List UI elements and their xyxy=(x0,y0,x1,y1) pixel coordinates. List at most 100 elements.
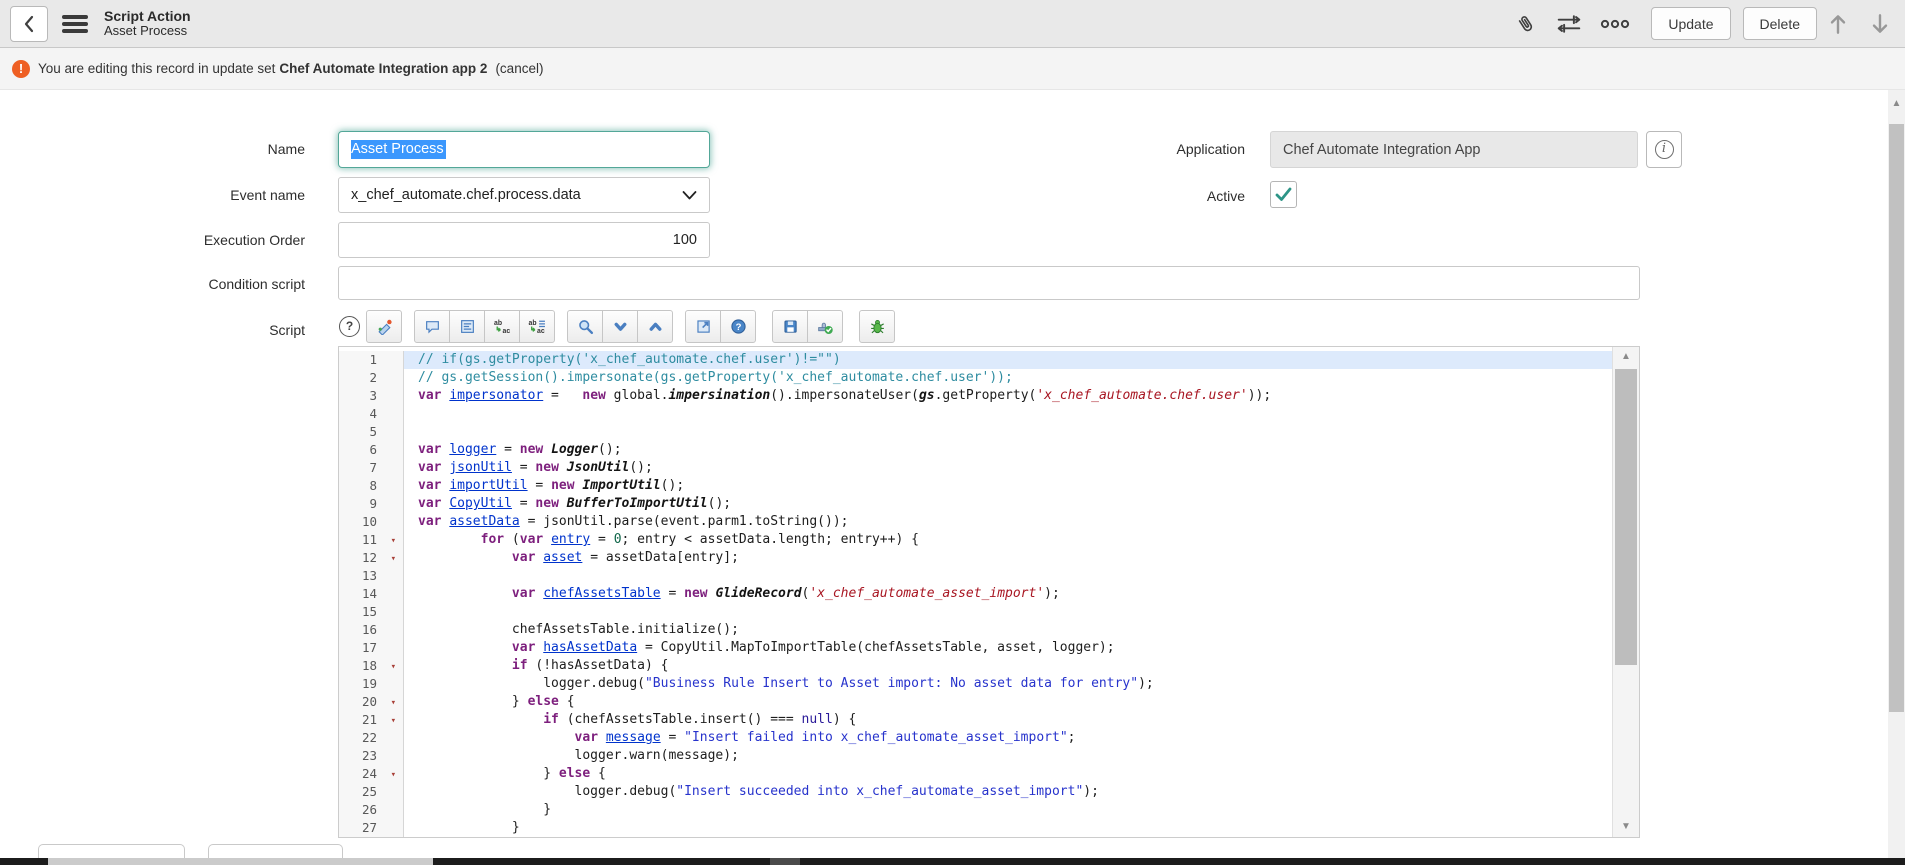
code-line[interactable]: 3var impersonator = new global.impersina… xyxy=(339,387,1613,405)
application-info-button[interactable]: i xyxy=(1646,131,1682,168)
code-line[interactable]: 2// gs.getSession().impersonate(gs.getPr… xyxy=(339,369,1613,387)
fold-marker-icon[interactable]: ▾ xyxy=(391,532,396,550)
code-line[interactable]: 24▾ } else { xyxy=(339,765,1613,783)
info-icon: i xyxy=(1655,140,1674,159)
event-name-select[interactable]: x_chef_automate.chef.process.data xyxy=(338,177,710,213)
code-text: } xyxy=(404,801,1613,819)
bottom-delete-button-partial[interactable] xyxy=(208,844,343,858)
next-record-button[interactable] xyxy=(1869,12,1891,36)
code-line[interactable]: 27 } xyxy=(339,819,1613,837)
code-line[interactable]: 16 chefAssetsTable.initialize(); xyxy=(339,621,1613,639)
script-help-icon[interactable]: ? xyxy=(339,316,360,337)
toggle-comment-button[interactable] xyxy=(414,310,450,343)
fullscreen-button[interactable] xyxy=(685,310,721,343)
fold-marker-icon[interactable]: ▾ xyxy=(391,658,396,676)
update-button[interactable]: Update xyxy=(1651,7,1730,40)
code-line[interactable]: 23 logger.warn(message); xyxy=(339,747,1613,765)
replace-icon: ab ac xyxy=(493,318,511,335)
active-label: Active xyxy=(1000,188,1245,204)
code-line[interactable]: 17 var hasAssetData = CopyUtil.MapToImpo… xyxy=(339,639,1613,657)
code-line[interactable]: 1// if(gs.getProperty('x_chef_automate.c… xyxy=(339,351,1613,369)
fold-marker-icon[interactable]: ▾ xyxy=(391,550,396,568)
replace-button[interactable]: ab ac xyxy=(484,310,520,343)
code-line[interactable]: 13 xyxy=(339,567,1613,585)
execution-order-input[interactable]: 100 xyxy=(338,222,710,258)
more-options-button[interactable] xyxy=(1600,17,1630,31)
code-line[interactable]: 9var CopyUtil = new BufferToImportUtil()… xyxy=(339,495,1613,513)
page-scrollbar[interactable]: ▲ xyxy=(1888,90,1905,858)
script-label: Script xyxy=(60,322,305,338)
floppy-save-icon xyxy=(782,318,799,335)
scroll-down-icon[interactable]: ▼ xyxy=(1613,819,1639,835)
code-line[interactable]: 26 } xyxy=(339,801,1613,819)
save-script-button[interactable] xyxy=(772,310,808,343)
page-scrollbar-thumb[interactable] xyxy=(1889,124,1904,712)
name-input[interactable]: Asset Process xyxy=(338,131,710,168)
personalize-form-button[interactable] xyxy=(1556,13,1582,35)
scroll-up-icon[interactable]: ▲ xyxy=(1613,349,1639,365)
debug-button[interactable] xyxy=(859,310,895,343)
back-button[interactable] xyxy=(10,6,48,42)
code-line[interactable]: 22 var message = "Insert failed into x_c… xyxy=(339,729,1613,747)
paperclip-icon xyxy=(1514,11,1538,37)
code-text: logger.debug("Insert succeeded into x_ch… xyxy=(404,783,1613,801)
chevron-up-blue-icon xyxy=(647,318,664,335)
fold-marker-icon[interactable]: ▾ xyxy=(391,766,396,784)
delete-button[interactable]: Delete xyxy=(1743,7,1817,40)
svg-text:ac: ac xyxy=(503,328,511,335)
line-number: 20▾ xyxy=(339,693,404,711)
editor-scrollbar-thumb[interactable] xyxy=(1615,369,1637,665)
code-line[interactable]: 10var assetData = jsonUtil.parse(event.p… xyxy=(339,513,1613,531)
syntax-editor-button[interactable] xyxy=(366,310,402,343)
fold-marker-icon[interactable]: ▾ xyxy=(391,712,396,730)
syntax-check-icon xyxy=(816,318,834,335)
line-number: 9 xyxy=(339,495,404,513)
page-title: Script Action xyxy=(104,8,191,24)
code-line[interactable]: 6var logger = new Logger(); xyxy=(339,441,1613,459)
format-code-button[interactable] xyxy=(449,310,485,343)
find-next-button[interactable] xyxy=(602,310,638,343)
code-line[interactable]: 11▾ for (var entry = 0; entry < assetDat… xyxy=(339,531,1613,549)
line-number: 23 xyxy=(339,747,404,765)
syntax-check-button[interactable] xyxy=(807,310,843,343)
code-line[interactable]: 8var importUtil = new ImportUtil(); xyxy=(339,477,1613,495)
bottom-update-button-partial[interactable] xyxy=(38,844,185,858)
condition-script-input[interactable] xyxy=(338,266,1640,300)
line-number: 11▾ xyxy=(339,531,404,549)
code-line[interactable]: 18▾ if (!hasAssetData) { xyxy=(339,657,1613,675)
editor-scrollbar[interactable]: ▲ ▼ xyxy=(1612,347,1639,837)
horizontal-scrollbar-thumb[interactable] xyxy=(48,858,433,865)
previous-record-button[interactable] xyxy=(1827,12,1849,36)
application-label: Application xyxy=(1000,141,1245,157)
execution-order-label: Execution Order xyxy=(60,232,305,248)
line-number: 19 xyxy=(339,675,404,693)
horizontal-scrollbar[interactable] xyxy=(0,858,1905,865)
arrow-up-icon xyxy=(1827,12,1849,36)
code-line[interactable]: 19 logger.debug("Business Rule Insert to… xyxy=(339,675,1613,693)
event-name-label: Event name xyxy=(60,187,305,203)
code-line[interactable]: 14 var chefAssetsTable = new GlideRecord… xyxy=(339,585,1613,603)
script-code-editor[interactable]: 1// if(gs.getProperty('x_chef_automate.c… xyxy=(338,346,1640,838)
code-line[interactable]: 21▾ if (chefAssetsTable.insert() === nul… xyxy=(339,711,1613,729)
code-line[interactable]: 12▾ var asset = assetData[entry]; xyxy=(339,549,1613,567)
code-line[interactable]: 7var jsonUtil = new JsonUtil(); xyxy=(339,459,1613,477)
editor-help-button[interactable]: ? xyxy=(720,310,756,343)
cancel-update-set-link[interactable]: (cancel) xyxy=(495,61,543,76)
replace-all-button[interactable]: ab ac xyxy=(519,310,555,343)
code-text: for (var entry = 0; entry < assetData.le… xyxy=(404,531,1613,549)
horizontal-scrollbar-segment xyxy=(770,858,800,865)
code-line[interactable]: 5 xyxy=(339,423,1613,441)
code-line[interactable]: 4 xyxy=(339,405,1613,423)
attachment-button[interactable] xyxy=(1514,11,1538,37)
form-context-menu-icon[interactable] xyxy=(62,15,88,33)
line-number: 4 xyxy=(339,405,404,423)
code-line[interactable]: 25 logger.debug("Insert succeeded into x… xyxy=(339,783,1613,801)
find-previous-button[interactable] xyxy=(637,310,673,343)
code-line[interactable]: 20▾ } else { xyxy=(339,693,1613,711)
active-checkbox[interactable] xyxy=(1270,181,1297,208)
search-button[interactable] xyxy=(567,310,603,343)
code-text: } else { xyxy=(404,693,1613,711)
page-scroll-up-icon[interactable]: ▲ xyxy=(1888,96,1905,112)
fold-marker-icon[interactable]: ▾ xyxy=(391,694,396,712)
code-line[interactable]: 15 xyxy=(339,603,1613,621)
